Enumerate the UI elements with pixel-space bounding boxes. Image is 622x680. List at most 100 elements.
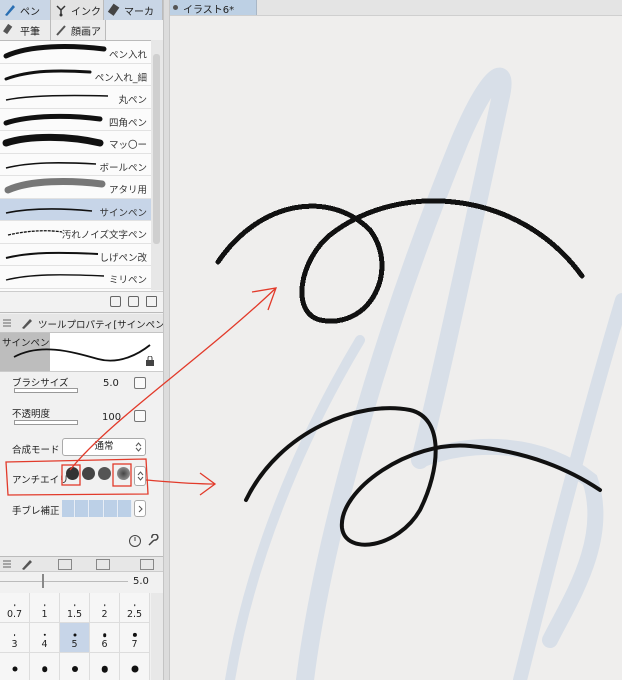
brush-size-slider[interactable] — [14, 388, 78, 393]
blend-mode-value: 通常 — [94, 441, 114, 452]
tab-label: 平筆 — [20, 26, 40, 38]
brush-size-label: ブラシサイズ — [12, 378, 69, 389]
brush-item-sign-pen[interactable]: サインペン — [0, 198, 151, 221]
antialias-medium-option[interactable] — [98, 467, 111, 480]
stabilization-label: 手ブレ補正 — [12, 506, 60, 517]
tool-property-header: ツールプロパティ[サインペン — [0, 314, 163, 333]
panel-separator[interactable] — [163, 0, 170, 680]
blend-mode-select[interactable]: 通常 — [62, 438, 146, 456]
brush-item-shige-pen[interactable]: しげペン改 — [0, 244, 151, 266]
brush-item-sketch[interactable]: アタリ用 — [0, 176, 151, 199]
menu-icon[interactable] — [3, 560, 11, 568]
menu-icon[interactable] — [3, 319, 11, 327]
layer-tab-icon[interactable] — [58, 559, 72, 570]
brush-stroke-preview — [5, 251, 99, 259]
brush-size-cell[interactable] — [60, 653, 90, 680]
sketch-strokes — [225, 67, 622, 680]
navigator-tab-icon[interactable] — [96, 559, 110, 570]
tool-settings-icon[interactable] — [128, 534, 142, 548]
wrench-icon[interactable] — [146, 534, 160, 548]
size-dot — [103, 604, 106, 606]
size-slider-row: 5.0 — [0, 571, 163, 593]
tab-face-brush[interactable]: 顔画ア — [51, 20, 106, 40]
antialias-weak-option[interactable] — [82, 467, 95, 480]
brush-item-pen-ink-thin[interactable]: ペン入れ_細 — [0, 64, 151, 86]
brush-size-cell[interactable]: 2 — [90, 593, 120, 623]
tab-label: ペン — [20, 6, 40, 18]
brush-stroke-preview — [2, 133, 104, 147]
brush-size-cell[interactable]: 4 — [30, 623, 60, 653]
scrollbar-thumb[interactable] — [153, 54, 160, 244]
brush-item-pen-ink[interactable]: ペン入れ — [0, 41, 151, 64]
flat-brush-icon — [3, 23, 13, 35]
antialias-none-option[interactable] — [66, 467, 79, 480]
brush-item-marker[interactable]: マッ〇ー — [0, 131, 151, 154]
tab-label: マーカ — [124, 6, 154, 18]
brush-preview: サインペン — [0, 333, 163, 372]
brush-item-round-pen[interactable]: 丸ペン — [0, 86, 151, 109]
brush-item-noise-text-pen[interactable]: 汚れノイズ文字ペン — [0, 221, 151, 244]
brush-size-value[interactable]: 5.0 — [103, 378, 119, 389]
brush-size-cell[interactable] — [0, 653, 30, 680]
opacity-slider[interactable] — [14, 420, 78, 425]
brush-stroke-preview — [3, 113, 103, 125]
size-label: 1 — [41, 609, 48, 620]
stabilization-arrow[interactable] — [134, 500, 146, 517]
size-label: 1.5 — [66, 609, 83, 620]
size-dot — [13, 634, 16, 636]
stabilization-slider[interactable] — [62, 500, 133, 517]
antialias-stepper[interactable] — [134, 466, 146, 486]
brush-size-cell[interactable]: 3 — [0, 623, 30, 653]
brush-size-pressure-button[interactable] — [134, 377, 146, 389]
size-label: 2.5 — [126, 609, 143, 620]
duplicate-icon[interactable] — [128, 296, 139, 307]
size-slider-thumb[interactable] — [42, 574, 44, 588]
size-dot — [102, 633, 107, 637]
brush-item-milli-pen[interactable]: ミリペン — [0, 266, 151, 289]
opacity-pressure-button[interactable] — [134, 410, 146, 422]
brush-list: ペン入れ ペン入れ_細 丸ペン 四角ペン マッ〇ー ボールペン アタリ用 サイン… — [0, 40, 151, 291]
download-icon[interactable] — [110, 296, 121, 307]
brush-size-cell[interactable]: 5 — [60, 623, 90, 653]
size-dot — [12, 666, 17, 672]
tool-tabs-row-1: ペン インク マーカ — [0, 0, 163, 20]
brush-size-cell[interactable]: 1 — [30, 593, 60, 623]
size-slider-track[interactable] — [0, 581, 128, 582]
size-value: 5.0 — [133, 576, 149, 587]
brush-item-square-pen[interactable]: 四角ペン — [0, 109, 151, 131]
marker-icon — [107, 3, 120, 16]
size-label: 4 — [41, 639, 48, 650]
tab-pen[interactable]: ペン — [0, 0, 51, 20]
chevron-right-icon — [138, 505, 143, 513]
sub-view-tab-icon[interactable] — [140, 559, 154, 570]
brush-name: マッ〇ー — [108, 140, 147, 151]
brush-list-scrollbar[interactable] — [151, 40, 163, 290]
brush-size-cell[interactable] — [30, 653, 60, 680]
brush-size-cell[interactable]: 0.7 — [0, 593, 30, 623]
canvas-area[interactable]: イラスト6* — [170, 0, 622, 680]
brush-size-cell[interactable] — [90, 653, 120, 680]
brush-name: ミリペン — [108, 275, 147, 286]
brush-size-cell[interactable] — [120, 653, 150, 680]
canvas-drawing[interactable] — [170, 0, 622, 680]
size-grid-scrollbar[interactable] — [151, 593, 163, 680]
ink-icon — [56, 5, 66, 17]
brush-size-cell[interactable]: 1.5 — [60, 593, 90, 623]
brush-item-ballpoint[interactable]: ボールペン — [0, 154, 151, 176]
face-brush-icon — [56, 25, 66, 36]
tab-marker[interactable]: マーカ — [104, 0, 163, 20]
size-dot — [131, 665, 138, 673]
antialias-strong-option[interactable] — [117, 467, 130, 480]
brush-size-cell[interactable]: 7 — [120, 623, 150, 653]
brush-size-tab-icon[interactable] — [20, 558, 34, 570]
brush-size-cell[interactable]: 6 — [90, 623, 120, 653]
tool-property-title: ツールプロパティ[サインペン — [38, 320, 163, 331]
tab-ink[interactable]: インク — [51, 0, 104, 20]
trash-icon[interactable] — [146, 296, 157, 307]
opacity-value[interactable]: 100 — [102, 412, 121, 423]
brush-size-cell[interactable]: 2.5 — [120, 593, 150, 623]
blend-mode-row: 合成モード 通常 — [0, 438, 163, 460]
lock-icon[interactable] — [145, 356, 155, 366]
tab-flat-brush[interactable]: 平筆 — [0, 20, 51, 40]
brush-size-grid: 0.7 1 1.5 2 2.5 3 4 5 6 7 — [0, 593, 151, 680]
